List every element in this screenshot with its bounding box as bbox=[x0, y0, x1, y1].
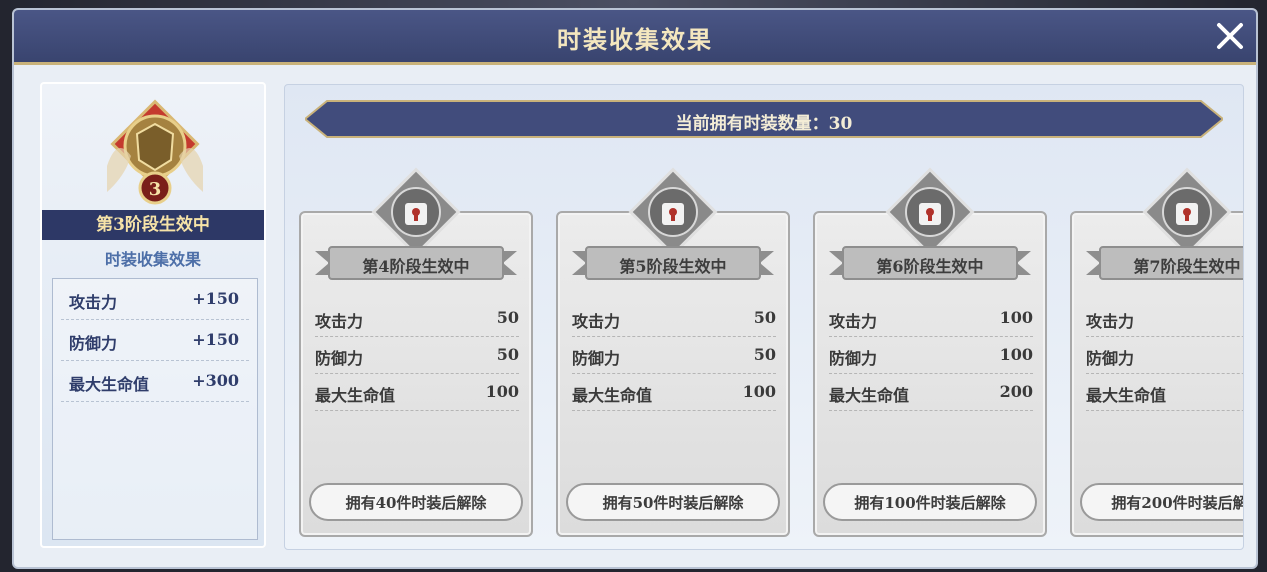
unlock-condition-button[interactable]: 拥有40件时装后解除 bbox=[309, 483, 523, 521]
stage-card: 第4阶段生效中 攻击力 50 防御力 50 最大生命值 100 拥有40件时装后… bbox=[299, 167, 533, 537]
stat-name: 攻击力 bbox=[69, 293, 118, 312]
stat-name: 最大生命值 bbox=[315, 386, 396, 405]
stat-name: 攻击力 bbox=[315, 312, 364, 331]
stage-label: 第6阶段生效中 bbox=[876, 257, 984, 276]
stat-row: 攻击力 +150 bbox=[61, 279, 249, 320]
stage-label: 第5阶段生效中 bbox=[619, 257, 727, 276]
stat-value: +300 bbox=[192, 371, 239, 390]
stat-row: 攻击力 50 bbox=[315, 299, 519, 337]
unlock-condition-button[interactable]: 拥有50件时装后解除 bbox=[566, 483, 780, 521]
stage-cards-scroll[interactable]: 第4阶段生效中 攻击力 50 防御力 50 最大生命值 100 拥有40件时装后… bbox=[285, 155, 1243, 549]
owned-count-banner: 当前拥有时装数量：30 bbox=[305, 99, 1223, 139]
fashion-collection-dialog: 时装收集效果 3 第3阶段生效中 时装收集效果 攻击力 +150 防御力 +15… bbox=[12, 8, 1258, 569]
current-stage-panel: 3 第3阶段生效中 时装收集效果 攻击力 +150 防御力 +150 最大生命值… bbox=[40, 82, 266, 548]
stat-row: 最大生命值 100 bbox=[572, 373, 776, 411]
stage-ribbon: 第5阶段生效中 bbox=[572, 243, 774, 283]
stat-value: 100 bbox=[742, 382, 776, 401]
stage-number: 3 bbox=[149, 179, 162, 200]
stat-value: 200 bbox=[999, 382, 1033, 401]
current-stats: 攻击力 +150 防御力 +150 最大生命值 +300 bbox=[52, 278, 258, 540]
stat-name: 防御力 bbox=[829, 349, 878, 368]
current-stage-label: 第3阶段生效中 bbox=[42, 210, 264, 240]
stat-name: 防御力 bbox=[315, 349, 364, 368]
stat-value: 50 bbox=[496, 345, 519, 364]
title-bar: 时装收集效果 bbox=[14, 10, 1256, 65]
stage-card: 第5阶段生效中 攻击力 50 防御力 50 最大生命值 100 拥有50件时装后… bbox=[556, 167, 790, 537]
stat-name: 最大生命值 bbox=[69, 375, 150, 394]
effect-title: 时装收集效果 bbox=[104, 250, 201, 269]
stat-name: 攻击力 bbox=[1086, 312, 1135, 331]
stat-row: 防御力 100 bbox=[829, 336, 1033, 374]
stat-value: 50 bbox=[753, 345, 776, 364]
stat-row: 最大生命值 100 bbox=[315, 373, 519, 411]
stat-name: 最大生命值 bbox=[829, 386, 910, 405]
stage-ribbon: 第7阶段生效中 bbox=[1086, 243, 1243, 283]
stat-row: 防御力 50 bbox=[315, 336, 519, 374]
stat-row: 攻击力 50 bbox=[572, 299, 776, 337]
stage-card: 第7阶段生效中 攻击力 防御力 最大生命值 拥有200件时装后解除 bbox=[1070, 167, 1243, 537]
owned-count-label: 当前拥有时装数量：30 bbox=[675, 114, 853, 134]
stage-card: 第6阶段生效中 攻击力 100 防御力 100 最大生命值 200 拥有100件… bbox=[813, 167, 1047, 537]
stat-value: 100 bbox=[999, 345, 1033, 364]
stat-value: 50 bbox=[753, 308, 776, 327]
stat-row: 攻击力 bbox=[1086, 299, 1243, 337]
stat-value: +150 bbox=[192, 289, 239, 308]
stage-ribbon: 第6阶段生效中 bbox=[829, 243, 1031, 283]
stat-row: 最大生命值 +300 bbox=[61, 361, 249, 402]
stat-row: 防御力 50 bbox=[572, 336, 776, 374]
stat-name: 最大生命值 bbox=[572, 386, 653, 405]
stat-name: 最大生命值 bbox=[1086, 386, 1167, 405]
stat-row: 防御力 bbox=[1086, 336, 1243, 374]
stat-value: 100 bbox=[485, 382, 519, 401]
stage-list-panel: 当前拥有时装数量：30 第4阶段生效中 攻击力 50 防御力 50 最大生命值 … bbox=[284, 84, 1244, 550]
stat-name: 攻击力 bbox=[829, 312, 878, 331]
stat-name: 攻击力 bbox=[572, 312, 621, 331]
stat-row: 防御力 +150 bbox=[61, 320, 249, 361]
dialog-title: 时装收集效果 bbox=[557, 25, 713, 54]
stat-row: 最大生命值 bbox=[1086, 373, 1243, 411]
stage-emblem-icon: 3 bbox=[107, 99, 203, 205]
stage-label: 第7阶段生效中 bbox=[1133, 257, 1241, 276]
close-icon bbox=[1217, 23, 1243, 49]
unlock-condition-button[interactable]: 拥有200件时装后解除 bbox=[1080, 483, 1243, 521]
close-button[interactable] bbox=[1210, 16, 1250, 56]
stat-name: 防御力 bbox=[69, 334, 118, 353]
stat-value: 100 bbox=[999, 308, 1033, 327]
stage-label: 第4阶段生效中 bbox=[362, 257, 470, 276]
stat-row: 最大生命值 200 bbox=[829, 373, 1033, 411]
stat-value: 50 bbox=[496, 308, 519, 327]
unlock-condition-button[interactable]: 拥有100件时装后解除 bbox=[823, 483, 1037, 521]
stat-row: 攻击力 100 bbox=[829, 299, 1033, 337]
stat-name: 防御力 bbox=[1086, 349, 1135, 368]
stat-value: +150 bbox=[192, 330, 239, 349]
stat-name: 防御力 bbox=[572, 349, 621, 368]
stage-ribbon: 第4阶段生效中 bbox=[315, 243, 517, 283]
